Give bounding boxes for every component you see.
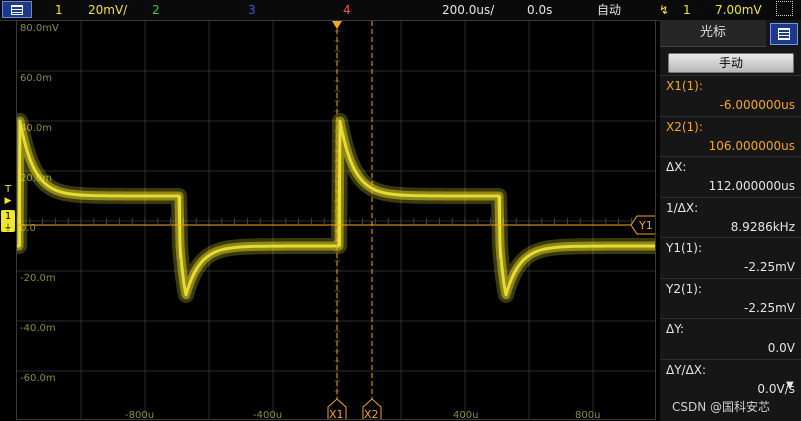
trigger-position-marker: [332, 21, 342, 29]
x-axis-label: 800u: [575, 410, 600, 420]
ch1-number[interactable]: 1: [55, 2, 63, 18]
ch2-number[interactable]: 2: [152, 2, 160, 18]
cursor-y1-label: Y1: [638, 219, 653, 232]
cursor-panel: 光标 手动 X1(1): -6.000000us X2(1): 106.000000u…: [660, 20, 801, 421]
measurement-row[interactable]: 1/ΔX: 8.9286kHz: [660, 196, 801, 237]
measurement-row[interactable]: X1(1): -6.000000us: [660, 75, 801, 115]
panel-scroll-icon[interactable]: ▼: [786, 380, 798, 391]
measurement-value: 106.000000us: [708, 138, 795, 153]
measurement-value: -6.000000us: [719, 98, 795, 112]
time-delay[interactable]: 0.0s: [527, 2, 552, 18]
trigger-level[interactable]: 7.00mV: [715, 2, 762, 18]
measurement-label: ΔX:: [666, 160, 687, 174]
trigger-arrow-icon: ▶: [4, 196, 12, 206]
measurement-label: ΔY/ΔX:: [666, 362, 707, 377]
measurement-row[interactable]: ΔY: 0.0V: [660, 318, 801, 358]
ch1-scale[interactable]: 20mV/: [88, 2, 127, 18]
waveform-display[interactable]: 80.0mV 60.0m 40.0m 20.0m 0.0 -20.0m -40.0m -60.…: [16, 20, 656, 420]
ground-icon: ⏚: [4, 223, 12, 232]
measurement-label: Y1(1):: [666, 241, 703, 255]
x-axis-label: -800u: [125, 410, 154, 420]
measurement-row[interactable]: Y2(1): -2.25mV: [660, 277, 801, 318]
measurement-label: X1(1):: [666, 79, 703, 93]
measurement-value: 8.9286kHz: [730, 219, 795, 234]
measurement-label: Y2(1):: [666, 281, 703, 296]
measurement-value: -2.25mV: [744, 260, 795, 274]
measurement-row[interactable]: ΔY/ΔX: 0.0V/s: [660, 358, 801, 399]
panel-menu-icon[interactable]: [770, 23, 798, 45]
trigger-mode[interactable]: 自动: [597, 2, 621, 18]
trigger-source[interactable]: 1: [683, 2, 691, 18]
measurement-row[interactable]: X2(1): 106.000000us: [660, 115, 801, 156]
top-status-bar: 1 20mV/ 2 3 4 200.0us/ 0.0s 自动 ↯ 1 7.00m…: [0, 0, 801, 21]
y-axis-label: -60.0m: [20, 373, 56, 384]
channel1-ground-label: 1: [4, 211, 12, 222]
measurement-row[interactable]: Y1(1): -2.25mV: [660, 237, 801, 277]
y-axis-label: 60.0m: [20, 73, 52, 84]
measurement-label: ΔY:: [666, 322, 684, 336]
x-axis-label: -400u: [253, 410, 282, 420]
channel1-ground-marker[interactable]: 1 ⏚: [1, 210, 15, 232]
watermark: CSDN @国科安芯: [672, 400, 771, 414]
ch4-number[interactable]: 4: [343, 2, 351, 18]
measurement-label: X2(1):: [666, 119, 703, 134]
cursor-x1-label: X1: [329, 408, 344, 420]
cursor-mode-button[interactable]: 手动: [668, 53, 794, 73]
panel-title[interactable]: 光标: [660, 20, 766, 47]
y-axis-label: 80.0mV: [20, 23, 59, 34]
y-axis-label: -20.0m: [20, 273, 56, 284]
trigger-edge-icon: ↯: [659, 3, 670, 17]
measurement-label: 1/ΔX:: [666, 200, 699, 215]
ch3-number[interactable]: 3: [248, 2, 256, 18]
measurement-value: -2.25mV: [744, 300, 795, 315]
y-axis-label: -40.0m: [20, 323, 56, 334]
main-menu-icon[interactable]: [2, 1, 32, 18]
cursor-x2-label: X2: [364, 408, 379, 420]
waveform-svg: 80.0mV60.0m40.0m20.0m0.0-20.0m-40.0m-60.…: [17, 21, 655, 420]
timebase-scale[interactable]: 200.0us/: [442, 2, 494, 18]
measurement-value: 0.0V: [767, 341, 795, 355]
trigger-level-marker: T: [4, 184, 12, 195]
measurement-row[interactable]: ΔX: 112.000000us: [660, 156, 801, 196]
zoom-select-icon[interactable]: [776, 1, 793, 16]
x-axis-label: 400u: [453, 410, 478, 420]
measurement-value: 112.000000us: [708, 179, 795, 193]
